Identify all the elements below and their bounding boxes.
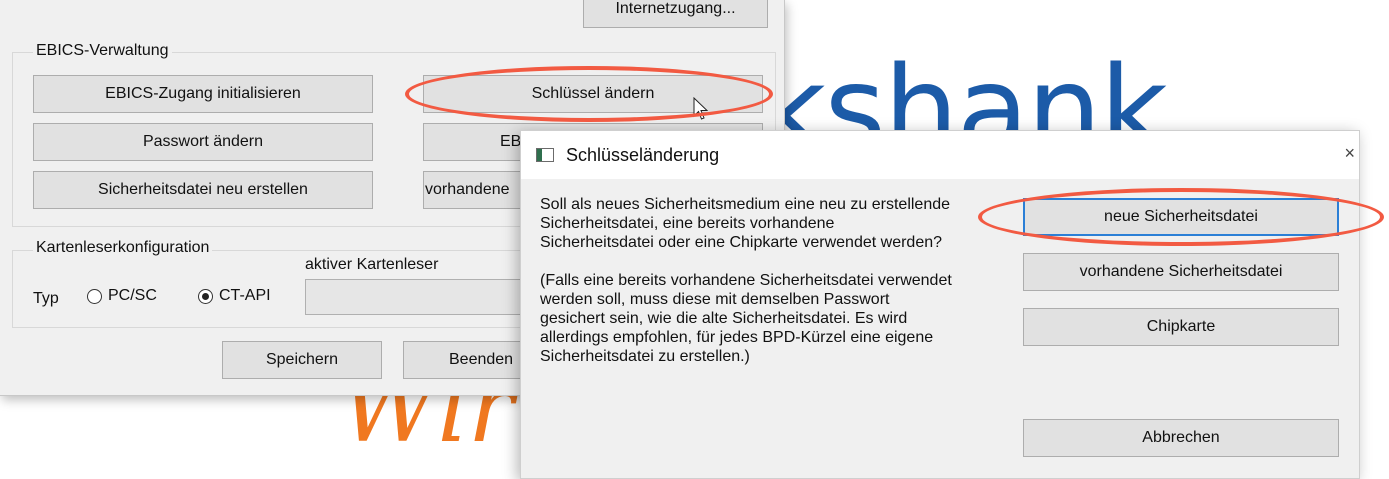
window-app-icon bbox=[536, 148, 554, 162]
card-reader-group-title: Kartenleserkonfiguration bbox=[33, 239, 213, 257]
radio-ctapi-label: CT-API bbox=[219, 287, 271, 304]
recreate-security-file-button[interactable]: Sicherheitsdatei neu erstellen bbox=[33, 171, 373, 209]
radio-ctapi[interactable]: CT-API bbox=[198, 287, 271, 305]
active-reader-label: aktiver Kartenleser bbox=[305, 256, 439, 273]
radio-pcsc[interactable]: PC/SC bbox=[87, 287, 157, 305]
change-password-button[interactable]: Passwort ändern bbox=[33, 123, 373, 161]
ebics-group-title: EBICS-Verwaltung bbox=[33, 42, 172, 60]
radio-selected-dot bbox=[202, 292, 209, 300]
dialog-title: Schlüsseländerung bbox=[566, 145, 720, 165]
cancel-button[interactable]: Abbrechen bbox=[1023, 419, 1339, 457]
existing-security-file-button[interactable]: vorhandene Sicherheitsdatei bbox=[1023, 253, 1339, 291]
change-key-button[interactable]: Schlüssel ändern bbox=[423, 75, 763, 113]
close-icon[interactable]: × bbox=[1344, 143, 1355, 164]
mouse-cursor-icon bbox=[693, 97, 709, 120]
save-button[interactable]: Speichern bbox=[222, 341, 382, 379]
dialog-titlebar[interactable]: Schlüsseländerung × bbox=[521, 131, 1359, 179]
key-change-dialog: Schlüsseländerung × Soll als neues Siche… bbox=[520, 130, 1360, 479]
dialog-message: Soll als neues Sicherheitsmedium eine ne… bbox=[540, 196, 952, 365]
radio-pcsc-circle[interactable] bbox=[87, 288, 102, 304]
type-label: Typ bbox=[33, 290, 59, 307]
ebics-init-button[interactable]: EBICS-Zugang initialisieren bbox=[33, 75, 373, 113]
radio-ctapi-circle[interactable] bbox=[198, 288, 213, 304]
radio-pcsc-label: PC/SC bbox=[108, 287, 157, 304]
new-security-file-button[interactable]: neue Sicherheitsdatei bbox=[1023, 198, 1339, 236]
internet-access-button[interactable]: Internetzugang... bbox=[583, 0, 768, 28]
chipcard-button[interactable]: Chipkarte bbox=[1023, 308, 1339, 346]
